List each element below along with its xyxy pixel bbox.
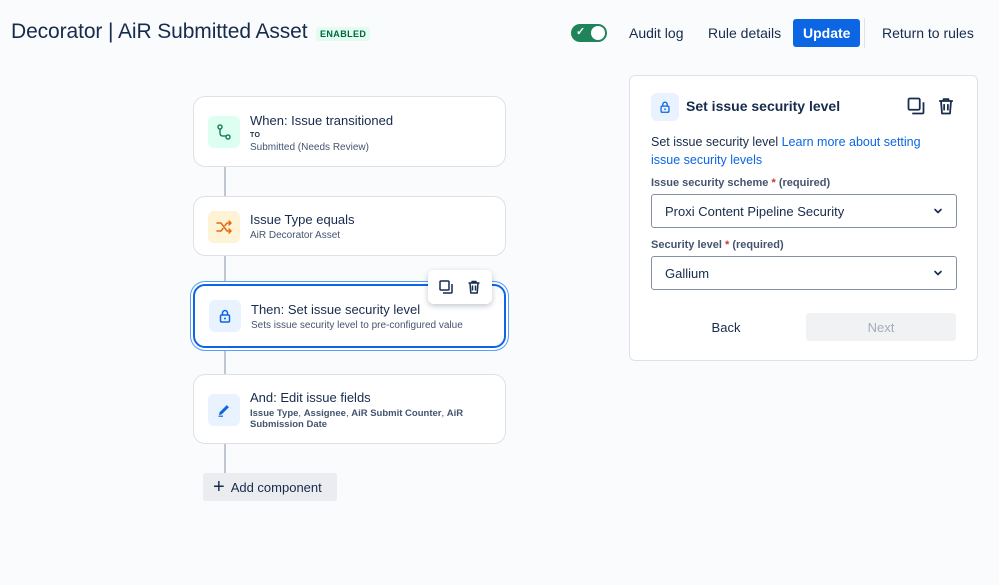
status-badge: ENABLED <box>316 27 371 41</box>
flow-connector <box>224 167 226 197</box>
flow-connector <box>224 444 226 474</box>
chevron-down-icon <box>934 208 942 214</box>
panel-description: Set issue security level Learn more abou… <box>651 135 921 167</box>
component-config-panel: Set issue security level Set issue secur… <box>629 75 978 361</box>
action-subtitle: Sets issue security level to pre-configu… <box>251 320 463 331</box>
add-component-button[interactable]: + Add component <box>203 473 337 501</box>
audit-log-button[interactable]: Audit log <box>619 19 693 47</box>
update-button[interactable]: Update <box>793 19 861 47</box>
next-button[interactable]: Next <box>806 313 956 341</box>
trigger-to-label: TO <box>250 132 261 139</box>
trigger-card[interactable]: When: Issue transitioned TO Submitted (N… <box>193 96 506 167</box>
transition-icon <box>208 116 240 148</box>
trigger-subtitle: Submitted (Needs Review) <box>250 142 369 153</box>
panel-title: Set issue security level <box>686 98 841 114</box>
edit-fields-card[interactable]: And: Edit issue fields Issue Type, Assig… <box>193 374 506 444</box>
edit-title: And: Edit issue fields <box>250 390 371 405</box>
condition-subtitle: AiR Decorator Asset <box>250 230 341 241</box>
flow-connector <box>224 256 226 285</box>
field-chip: Issue Type <box>250 408 299 419</box>
plus-icon: + <box>213 476 225 498</box>
back-button[interactable]: Back <box>690 313 762 341</box>
flow-connector <box>224 347 226 375</box>
header-divider <box>864 18 865 48</box>
action-title: Then: Set issue security level <box>251 302 421 317</box>
level-label: Security level * (required) <box>651 239 784 251</box>
trigger-title: When: Issue transitioned <box>250 113 394 128</box>
field-chip: AiR Submit Counter <box>351 408 442 419</box>
shuffle-icon <box>208 211 240 243</box>
check-icon: ✓ <box>576 26 586 38</box>
scheme-label: Issue security scheme * (required) <box>651 177 831 189</box>
add-component-label: Add component <box>230 479 322 495</box>
security-scheme-select[interactable]: Proxi Content Pipeline Security <box>651 194 957 228</box>
toggle-knob <box>591 26 605 40</box>
pencil-icon <box>208 394 240 426</box>
page-title: Decorator | AiR Submitted Asset <box>11 20 308 43</box>
return-to-rules-button[interactable]: Return to rules <box>872 19 984 47</box>
rule-details-button[interactable]: Rule details <box>698 19 791 47</box>
rule-enabled-toggle[interactable]: ✓ <box>571 24 607 42</box>
panel-toolbar <box>904 94 958 118</box>
duplicate-icon[interactable] <box>434 275 458 299</box>
condition-title: Issue Type equals <box>250 212 355 227</box>
trash-icon[interactable] <box>462 275 486 299</box>
field-chip: Assignee <box>303 408 346 419</box>
edit-field-list: Issue Type, Assignee, AiR Submit Counter… <box>250 408 464 430</box>
chevron-down-icon <box>934 270 942 276</box>
lock-icon <box>209 300 241 332</box>
security-level-select[interactable]: Gallium <box>651 256 957 290</box>
duplicate-icon[interactable] <box>904 94 928 118</box>
lock-icon <box>651 93 679 121</box>
condition-card[interactable]: Issue Type equals AiR Decorator Asset <box>193 196 506 256</box>
card-toolbar <box>428 270 492 304</box>
trash-icon[interactable] <box>934 94 958 118</box>
